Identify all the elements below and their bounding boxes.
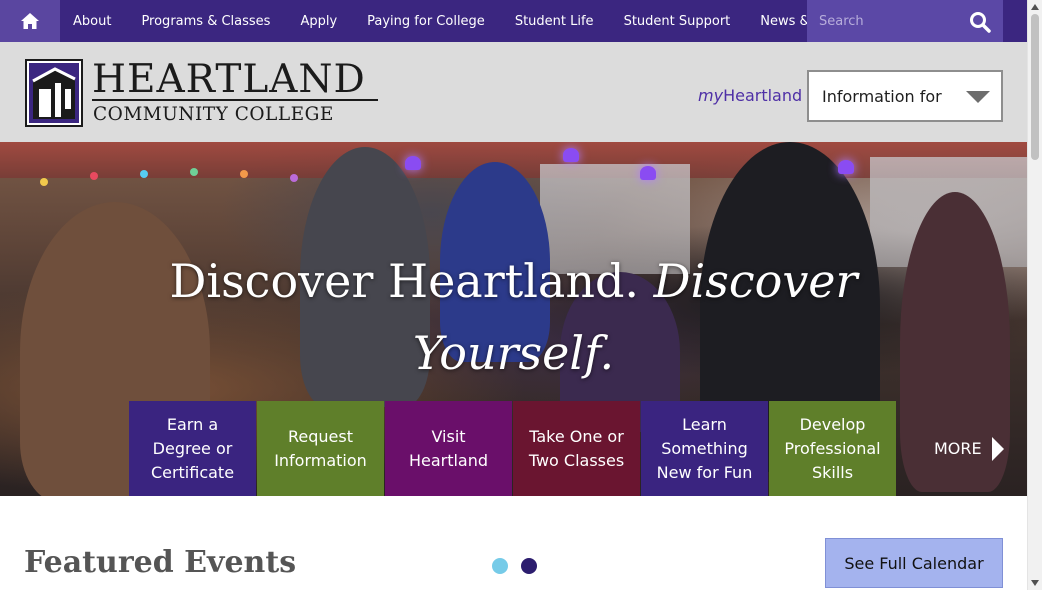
more-button[interactable]: MORE xyxy=(897,401,1025,496)
hero-title-line1: Discover Heartland. Discover xyxy=(0,254,1027,308)
nav-student-life[interactable]: Student Life xyxy=(500,14,609,29)
nav-apply[interactable]: Apply xyxy=(285,14,352,29)
carousel-dot[interactable] xyxy=(521,558,537,574)
hero-photo-light xyxy=(190,168,198,176)
hero-photo-light xyxy=(290,174,298,182)
chevron-down-icon xyxy=(966,91,990,103)
my-heartland-link[interactable]: myHeartland xyxy=(698,86,802,105)
quick-links: Earn a Degree or Certificate Request Inf… xyxy=(129,401,1026,496)
hero-photo-light xyxy=(240,170,248,178)
see-full-calendar-button[interactable]: See Full Calendar xyxy=(825,538,1003,588)
nav-about[interactable]: About xyxy=(60,14,126,29)
more-label: MORE xyxy=(934,438,982,458)
information-for-label: Information for xyxy=(822,86,942,106)
site-header: HEARTLAND COMMUNITY COLLEGE myHeartland … xyxy=(0,42,1027,142)
tile-learn-for-fun[interactable]: Learn Something New for Fun xyxy=(641,401,768,496)
information-for-dropdown[interactable]: Information for xyxy=(807,70,1003,122)
hero-photo-light xyxy=(140,170,148,178)
logo-title: HEARTLAND xyxy=(92,57,366,102)
tile-visit-heartland[interactable]: Visit Heartland xyxy=(385,401,512,496)
scrollbar-thumb[interactable] xyxy=(1031,14,1039,160)
hero-title-line2-text: Yourself. xyxy=(412,326,615,380)
logo-subtitle: COMMUNITY COLLEGE xyxy=(93,104,334,125)
my-heartland-prefix: my xyxy=(698,86,724,105)
page-scrollbar[interactable] xyxy=(1027,0,1042,590)
search-input[interactable] xyxy=(807,13,957,29)
scroll-down-icon[interactable] xyxy=(1031,580,1039,586)
scroll-up-icon[interactable] xyxy=(1031,4,1039,10)
hero-photo-light xyxy=(40,178,48,186)
hero-title-part1: Discover Heartland. xyxy=(169,254,654,308)
tile-professional-skills[interactable]: Develop Professional Skills xyxy=(769,401,896,496)
home-icon xyxy=(21,13,39,29)
my-heartland-name: Heartland xyxy=(723,86,803,105)
tile-earn-degree[interactable]: Earn a Degree or Certificate xyxy=(129,401,256,496)
hero-photo-lamp xyxy=(405,156,421,170)
chevron-right-icon xyxy=(991,436,1004,461)
hero-photo-lamp xyxy=(640,166,656,180)
nav-student-support[interactable]: Student Support xyxy=(609,14,746,29)
hero-photo-lamp xyxy=(838,160,854,174)
search-icon[interactable] xyxy=(969,11,991,33)
nav-programs-classes[interactable]: Programs & Classes xyxy=(126,14,285,29)
home-button[interactable] xyxy=(0,0,60,42)
top-navigation: About Programs & Classes Apply Paying fo… xyxy=(0,0,1027,42)
tile-request-information[interactable]: Request Information xyxy=(257,401,384,496)
search-box xyxy=(807,0,1003,42)
tile-take-classes[interactable]: Take One or Two Classes xyxy=(513,401,640,496)
carousel-dots xyxy=(492,558,537,574)
hero-title-part2: Discover xyxy=(653,254,858,308)
heartland-logo[interactable]: HEARTLAND COMMUNITY COLLEGE xyxy=(25,57,385,129)
carousel-dot[interactable] xyxy=(492,558,508,574)
hero-title-line2: Yourself. xyxy=(0,326,1027,380)
hero-banner: Discover Heartland. Discover Yourself. E… xyxy=(0,142,1027,496)
logo-mark-icon xyxy=(25,59,83,127)
nav-paying-for-college[interactable]: Paying for College xyxy=(352,14,500,29)
hero-photo-lamp xyxy=(563,148,579,162)
hero-photo-light xyxy=(90,172,98,180)
logo-divider xyxy=(92,99,378,101)
featured-events-heading: Featured Events xyxy=(24,545,297,580)
